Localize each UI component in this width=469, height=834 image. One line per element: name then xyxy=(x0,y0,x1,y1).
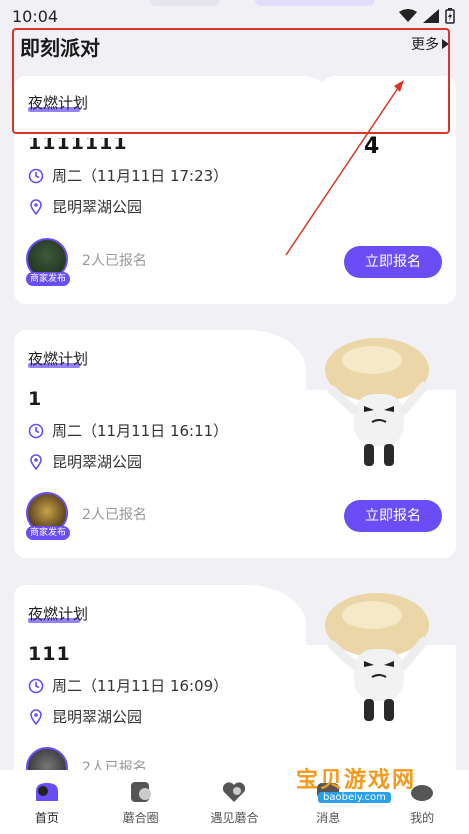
tab-meet[interactable]: 遇见蘑合 xyxy=(194,779,274,826)
watermark-logo: 宝贝游戏网 baobeiy.com xyxy=(296,750,436,810)
tab-label: 消息 xyxy=(316,810,341,825)
heart-icon xyxy=(223,781,246,802)
watermark-url: baobeiy.com xyxy=(318,792,391,803)
annotation-arrow xyxy=(285,80,404,256)
tab-home[interactable]: 首页 xyxy=(7,779,87,826)
tab-circle[interactable]: 蘑合圈 xyxy=(101,779,181,826)
tab-label: 首页 xyxy=(34,810,59,825)
home-icon xyxy=(35,782,58,801)
tab-label: 蘑合圈 xyxy=(122,810,159,825)
tab-label: 遇见蘑合 xyxy=(210,810,259,825)
watermark-text: 宝贝游戏网 xyxy=(296,768,417,793)
circle-icon xyxy=(130,781,151,802)
tab-label: 我的 xyxy=(410,810,435,825)
